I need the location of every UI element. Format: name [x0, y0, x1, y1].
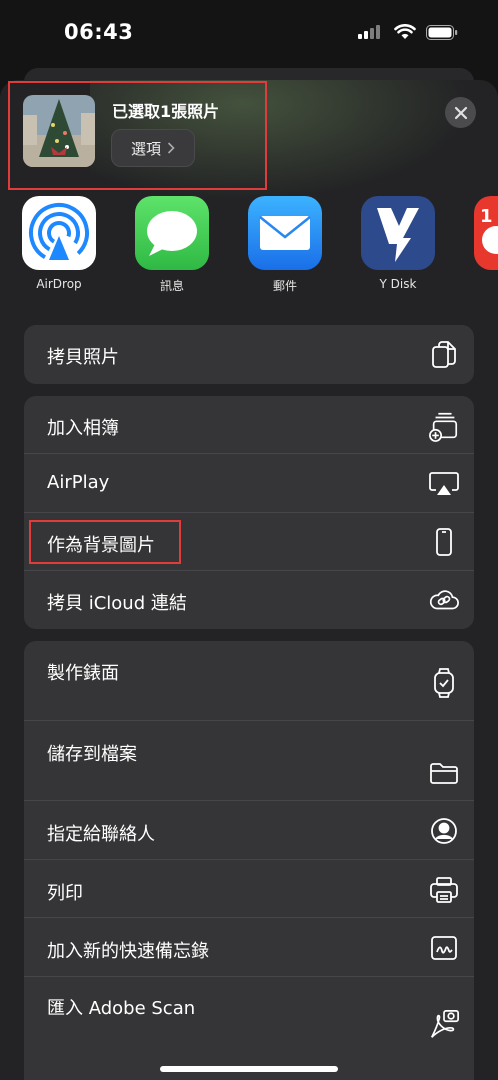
status-icons: [358, 24, 458, 40]
options-label: 選項: [130, 139, 161, 158]
adobe-scan-icon: [428, 1009, 460, 1041]
partial-app-icon: 1: [474, 196, 498, 270]
airplay-icon: [428, 468, 460, 500]
share-header: 已選取1張照片 選項: [0, 80, 498, 190]
app-row: AirDrop 訊息 郵件 Y Disk 1: [0, 196, 498, 296]
action-label: 加入相簿: [47, 418, 119, 439]
svg-text:1: 1: [480, 206, 493, 227]
home-indicator: [160, 1066, 338, 1072]
airdrop-icon: [22, 196, 96, 270]
action-label: 加入新的快速備忘錄: [47, 941, 209, 962]
signal-icon: [358, 25, 380, 39]
action-label: 製作錶面: [47, 663, 119, 684]
share-sheet: 已選取1張照片 選項 AirDrop 訊息 郵件 Y Disk 1 拷貝照片 加…: [0, 80, 498, 1080]
action-label: 作為背景圖片: [47, 535, 155, 556]
action-add-album[interactable]: 加入相簿: [24, 396, 474, 454]
action-set-wallpaper[interactable]: 作為背景圖片: [24, 513, 474, 571]
battery-icon: [426, 24, 458, 40]
app-messages[interactable]: 訊息: [127, 196, 217, 294]
ydisk-icon: [361, 196, 435, 270]
action-label: 指定給聯絡人: [47, 824, 155, 845]
action-print[interactable]: 列印: [24, 860, 474, 918]
action-group-1: 拷貝照片: [24, 325, 474, 384]
selected-count-title: 已選取1張照片: [112, 102, 220, 121]
action-label: 列印: [47, 883, 83, 904]
watch-icon: [428, 667, 460, 699]
app-mail[interactable]: 郵件: [240, 196, 330, 294]
action-assign-to-contact[interactable]: 指定給聯絡人: [24, 801, 474, 860]
contact-icon: [428, 815, 460, 847]
copy-icon: [428, 339, 460, 371]
mail-icon: [248, 196, 322, 270]
action-label: 拷貝 iCloud 連結: [47, 593, 187, 614]
printer-icon: [428, 874, 460, 906]
action-label: AirPlay: [47, 472, 110, 493]
action-label: 匯入 Adobe Scan: [47, 998, 196, 1019]
cloud-link-icon: [428, 584, 460, 616]
app-label: Y Disk: [379, 277, 417, 291]
action-new-quick-note[interactable]: 加入新的快速備忘錄: [24, 918, 474, 977]
action-label: 拷貝照片: [47, 347, 119, 368]
app-label: AirDrop: [36, 277, 82, 291]
action-group-2: 加入相簿 AirPlay 作為背景圖片 拷貝 iCloud 連結: [24, 396, 474, 629]
options-button[interactable]: 選項: [111, 129, 195, 167]
action-airplay[interactable]: AirPlay: [24, 454, 474, 513]
app-partial[interactable]: 1: [466, 196, 498, 270]
close-icon: [454, 106, 467, 119]
app-label: 訊息: [159, 279, 184, 293]
close-button[interactable]: [445, 97, 476, 128]
wifi-icon: [394, 24, 416, 39]
photo-thumbnail: [23, 95, 95, 167]
action-create-watch-face[interactable]: 製作錶面: [24, 641, 474, 721]
phone-icon: [428, 526, 460, 558]
chevron-right-icon: [167, 142, 175, 154]
status-bar: 06:43: [0, 0, 498, 68]
add-album-icon: [428, 410, 460, 442]
app-airdrop[interactable]: AirDrop: [14, 196, 104, 291]
app-ydisk[interactable]: Y Disk: [353, 196, 443, 291]
quick-note-icon: [428, 932, 460, 964]
action-label: 儲存到檔案: [47, 744, 137, 765]
action-group-3: 製作錶面 儲存到檔案 指定給聯絡人 列印 加入新的快速備忘錄 匯入 Adobe …: [24, 641, 474, 1080]
messages-icon: [135, 196, 209, 270]
action-adobe-scan[interactable]: 匯入 Adobe Scan: [24, 977, 474, 1080]
action-save-to-files[interactable]: 儲存到檔案: [24, 721, 474, 801]
action-copy-icloud-link[interactable]: 拷貝 iCloud 連結: [24, 571, 474, 629]
status-time: 06:43: [64, 20, 134, 44]
app-label: 郵件: [272, 279, 297, 293]
action-copy-photo[interactable]: 拷貝照片: [24, 325, 474, 384]
folder-icon: [428, 757, 460, 789]
